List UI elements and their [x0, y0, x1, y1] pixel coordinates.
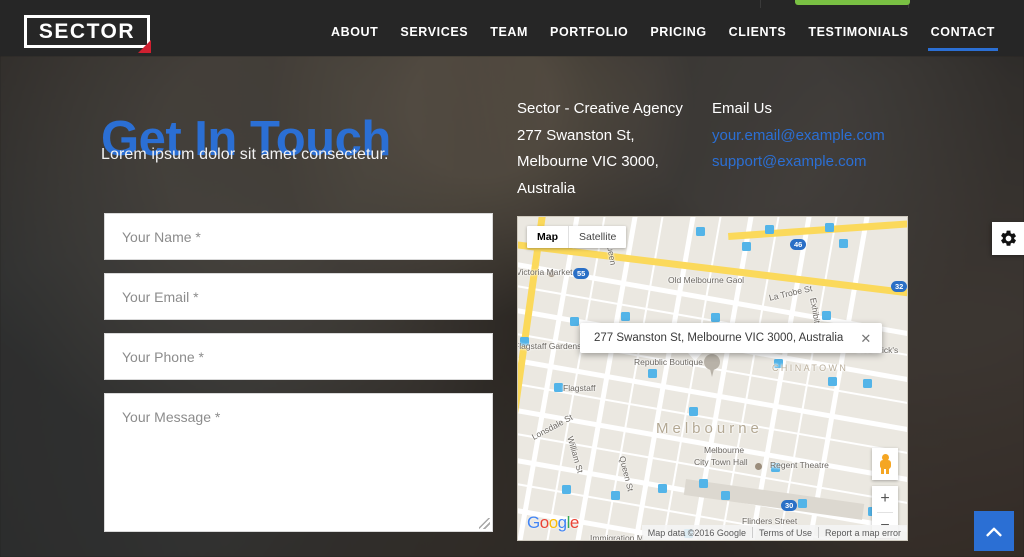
map-route-shield: 46 [790, 239, 807, 250]
chevron-up-icon [986, 527, 1002, 536]
marker-pin [709, 365, 715, 377]
nav-item-team[interactable]: TEAM [479, 9, 539, 55]
green-progress-bar [795, 0, 910, 5]
google-logo-letter: e [569, 513, 579, 532]
map-data-attribution: Map data ©2016 Google [647, 527, 746, 538]
address-street: 277 Swanston St, [517, 126, 635, 144]
address-block: Sector - Creative Agency 277 Swanston St… [517, 96, 707, 202]
map-poi-icon [742, 242, 751, 251]
page-subtitle: Lorem ipsum dolor sit amet consectetur. [101, 146, 389, 163]
pegman-icon [879, 454, 891, 474]
map-type-satellite-button[interactable]: Satellite [569, 226, 626, 248]
info-window-address: 277 Swanston St, Melbourne VIC 3000, Aus… [594, 332, 844, 344]
map-poi-icon [822, 311, 831, 320]
google-logo-letter: G [527, 513, 540, 532]
nav-item-portfolio[interactable]: PORTFOLIO [539, 9, 639, 55]
map-label-town-hall-line2: City Town Hall [694, 457, 748, 467]
map-poi-icon [798, 499, 807, 508]
map-poi-icon [839, 239, 848, 248]
map-attribution-bar: Map data ©2016 Google Terms of Use Repor… [641, 525, 907, 540]
map-type-control: Map Satellite [527, 226, 627, 248]
contact-form [104, 213, 493, 532]
street-view-pegman-control[interactable] [872, 448, 898, 480]
email-link-primary[interactable]: your.email@example.com [712, 123, 912, 150]
email-block: Email Us your.email@example.com support@… [712, 96, 912, 176]
logo-accent-triangle [138, 40, 151, 53]
google-logo-letter: o [539, 513, 549, 532]
map-label-victoria-market: Victoria Market [517, 267, 573, 277]
google-logo[interactable]: Google [527, 513, 579, 533]
map-poi-icon [689, 407, 698, 416]
map-label-regent-theatre: Regent Theatre [770, 460, 829, 470]
message-field-wrap [104, 393, 493, 532]
map-label-town-hall-line1: Melbourne [704, 445, 745, 455]
nav-item-clients[interactable]: CLIENTS [718, 9, 798, 55]
map-poi-icon [699, 479, 708, 488]
settings-panel-toggle[interactable] [992, 222, 1024, 255]
map-poi-icon [721, 491, 730, 500]
main-navigation: ABOUT SERVICES TEAM PORTFOLIO PRICING CL… [320, 8, 1006, 56]
terms-of-use-link[interactable]: Terms of Use [753, 528, 818, 538]
map-poi-icon [863, 379, 872, 388]
map-route-shield: 55 [573, 268, 590, 279]
map-poi-icon [562, 485, 571, 494]
phone-field-wrap [104, 333, 493, 380]
map-poi-icon [658, 484, 667, 493]
gear-icon [1000, 230, 1016, 246]
zoom-in-button[interactable]: + [872, 486, 898, 512]
name-field-wrap [104, 213, 493, 260]
nav-item-testimonials[interactable]: TESTIMONIALS [797, 9, 919, 55]
map-label-flagstaff: Flagstaff [563, 383, 596, 393]
map-label-flagstaff-gardens: Flagstaff Gardens [517, 341, 582, 351]
textarea-resize-handle[interactable] [479, 518, 490, 529]
site-logo[interactable]: SECTOR [24, 15, 151, 53]
address-city: Melbourne VIC 3000, [517, 153, 659, 170]
map-poi-icon [621, 312, 630, 321]
phone-input[interactable] [120, 334, 477, 380]
logo-text: SECTOR [38, 19, 136, 43]
map-poi-icon [611, 491, 620, 500]
info-window-tail [688, 353, 702, 361]
map-canvas: 55 46 32 30 Victoria Market Queen Old Me… [518, 217, 907, 540]
nav-item-pricing[interactable]: PRICING [639, 9, 717, 55]
nav-item-about[interactable]: ABOUT [320, 9, 389, 55]
company-name: Sector - Creative Agency [517, 100, 683, 117]
map-poi-icon [828, 377, 837, 386]
map-poi-icon [554, 383, 563, 392]
nav-item-contact[interactable]: CONTACT [920, 9, 1006, 55]
email-input[interactable] [120, 274, 477, 320]
map-poi-icon [696, 227, 705, 236]
map-location-marker[interactable] [704, 354, 720, 378]
name-input[interactable] [120, 214, 477, 260]
nav-item-services[interactable]: SERVICES [389, 9, 479, 55]
map-poi-icon [755, 463, 762, 470]
map-info-window: 277 Swanston St, Melbourne VIC 3000, Aus… [580, 323, 883, 353]
map-route-shield: 30 [781, 500, 798, 511]
site-header: SECTOR ABOUT SERVICES TEAM PORTFOLIO PRI… [0, 8, 1024, 56]
map-poi-icon [648, 369, 657, 378]
email-field-wrap [104, 273, 493, 320]
google-logo-letter: g [557, 513, 567, 532]
map-type-map-button[interactable]: Map [527, 226, 568, 248]
map-poi-icon [711, 313, 720, 322]
map-poi-icon [765, 225, 774, 234]
email-link-support[interactable]: support@example.com [712, 149, 912, 176]
google-map[interactable]: 55 46 32 30 Victoria Market Queen Old Me… [517, 216, 908, 541]
strip-divider [760, 0, 761, 8]
address-country: Australia [517, 179, 576, 197]
google-logo-letter: o [548, 513, 558, 532]
map-route-shield: 32 [891, 281, 907, 292]
browser-top-strip [0, 0, 1024, 8]
report-map-error-link[interactable]: Report a map error [819, 528, 907, 538]
map-label-old-melbourne-gaol: Old Melbourne Gaol [668, 275, 745, 285]
map-label-immigration: Immigration M [590, 533, 644, 541]
map-poi-icon [825, 223, 834, 232]
message-textarea[interactable] [120, 407, 477, 519]
map-poi-icon [570, 317, 579, 326]
scroll-to-top-button[interactable] [974, 511, 1014, 551]
email-us-title: Email Us [712, 100, 773, 117]
map-label-chinatown: CHINATOWN [772, 363, 849, 373]
close-icon[interactable]: ✕ [857, 330, 874, 347]
map-label-melbourne-city: Melbourne [656, 420, 763, 437]
